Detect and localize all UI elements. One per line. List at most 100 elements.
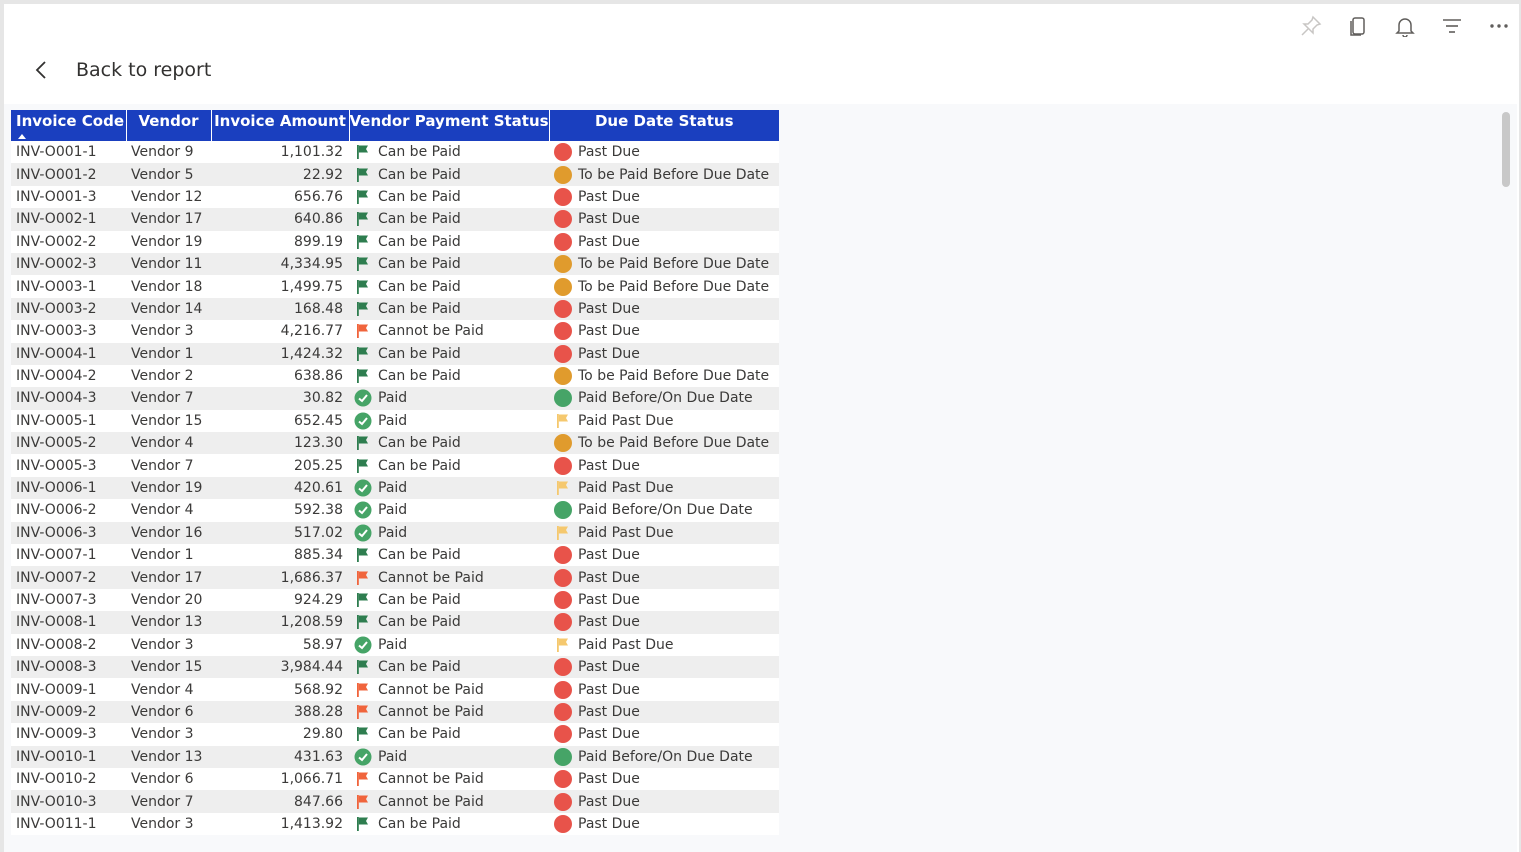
due-date-status-cell: Past Due	[549, 230, 779, 253]
table-row[interactable]: INV-O003-2 Vendor 14 168.48 Can be Paid Past…	[11, 297, 779, 321]
green-flag-icon	[354, 188, 372, 206]
table-row[interactable]: INV-O001-1 Vendor 9 1,101.32 Can be Paid Pas…	[11, 141, 779, 164]
red-flag-icon	[354, 569, 372, 587]
column-header-invoice-code[interactable]: Invoice Code	[11, 110, 127, 141]
vendor-cell: Vendor 7	[126, 790, 211, 813]
filter-icon[interactable]	[1440, 14, 1464, 38]
invoice-amount-cell: 899.19	[211, 230, 349, 253]
vendor-cell: Vendor 19	[126, 230, 211, 253]
payment-status-label: Can be Paid	[378, 726, 461, 743]
payment-status-label: Can be Paid	[378, 435, 461, 452]
table-row[interactable]: INV-O002-1 Vendor 17 640.86 Can be Paid Past…	[11, 208, 779, 231]
invoice-amount-cell: 1,066.71	[211, 767, 349, 791]
vendor-cell: Vendor 9	[126, 141, 211, 164]
table-row[interactable]: INV-O006-2 Vendor 4 592.38 Paid Paid Before/…	[11, 499, 779, 522]
bell-icon[interactable]	[1393, 14, 1417, 38]
table-row[interactable]: INV-O008-1 Vendor 13 1,208.59 Can be Paid Pa…	[11, 611, 779, 634]
due-date-status-cell: To be Paid Before Due Date	[549, 275, 779, 298]
sort-ascending-icon	[18, 134, 26, 139]
due-date-status-cell: Paid Past Due	[549, 409, 779, 433]
table-row[interactable]: INV-O006-1 Vendor 19 420.61 Paid Paid Past D…	[11, 476, 779, 500]
table-row[interactable]: INV-O005-3 Vendor 7 205.25 Can be Paid Past …	[11, 454, 779, 477]
table-row[interactable]: INV-O001-3 Vendor 12 656.76 Can be Paid Past…	[11, 185, 779, 209]
due-date-status-cell: Paid Before/On Due Date	[549, 745, 779, 768]
table-row[interactable]: INV-O010-1 Vendor 13 431.63 Paid Paid Before…	[11, 745, 779, 768]
vendor-cell: Vendor 4	[126, 432, 211, 455]
invoice-amount-cell: 4,334.95	[211, 252, 349, 276]
due-date-status-cell: Past Due	[549, 588, 779, 612]
table-row[interactable]: INV-O009-2 Vendor 6 388.28 Cannot be Paid Pa…	[11, 700, 779, 724]
due-date-status-label: Past Due	[578, 547, 640, 564]
column-header-label: Due Date Status	[594, 112, 734, 130]
due-date-status-cell: Past Due	[549, 566, 779, 589]
column-header-invoice-amount[interactable]: Invoice Amount	[211, 110, 350, 141]
table-row[interactable]: INV-O005-2 Vendor 4 123.30 Can be Paid To be…	[11, 432, 779, 455]
table-row[interactable]: INV-O004-3 Vendor 7 30.82 Paid Paid Before/O…	[11, 387, 779, 410]
payment-status-cell: Cannot be Paid	[349, 678, 549, 701]
column-header-vendor[interactable]: Vendor	[126, 110, 212, 141]
due-date-status-label: Past Due	[578, 457, 640, 474]
due-date-status-cell: To be Paid Before Due Date	[549, 432, 779, 455]
column-header-due-date-status[interactable]: Due Date Status	[549, 110, 779, 141]
invoice-code-cell: INV-O005-2	[11, 432, 126, 455]
due-date-status-label: Past Due	[578, 211, 640, 228]
table-row[interactable]: INV-O002-2 Vendor 19 899.19 Can be Paid Past…	[11, 230, 779, 253]
table-row[interactable]: INV-O010-2 Vendor 6 1,066.71 Cannot be Paid…	[11, 767, 779, 791]
invoice-amount-cell: 123.30	[211, 432, 349, 455]
red-dot-icon	[554, 187, 572, 206]
due-date-status-cell: Paid Past Due	[549, 476, 779, 500]
due-date-status-cell: Past Due	[549, 611, 779, 634]
payment-status-cell: Can be Paid	[349, 723, 549, 746]
invoice-code-cell: INV-O001-3	[11, 185, 126, 209]
green-dot-icon	[554, 747, 572, 766]
invoice-code-cell: INV-O004-2	[11, 364, 126, 388]
table-row[interactable]: INV-O011-1 Vendor 3 1,413.92 Can be Paid Pas…	[11, 812, 779, 836]
red-dot-icon	[554, 814, 572, 833]
table-row[interactable]: INV-O009-1 Vendor 4 568.92 Cannot be Paid Pa…	[11, 678, 779, 701]
table-row[interactable]: INV-O004-2 Vendor 2 638.86 Can be Paid To be…	[11, 364, 779, 388]
invoice-amount-cell: 58.97	[211, 633, 349, 656]
invoice-code-cell: INV-O009-2	[11, 700, 126, 724]
back-to-report-button[interactable]: Back to report	[34, 58, 211, 82]
invoice-amount-cell: 431.63	[211, 745, 349, 768]
green-flag-icon	[354, 166, 372, 184]
table-row[interactable]: INV-O010-3 Vendor 7 847.66 Cannot be Paid Pa…	[11, 790, 779, 813]
table-row[interactable]: INV-O008-2 Vendor 3 58.97 Paid Paid Past Due	[11, 633, 779, 656]
due-date-status-cell: Paid Before/On Due Date	[549, 387, 779, 410]
green-flag-icon	[354, 591, 372, 609]
payment-status-label: Paid	[378, 480, 408, 497]
table-row[interactable]: INV-O008-3 Vendor 15 3,984.44 Can be Paid Pa…	[11, 655, 779, 679]
table-row[interactable]: INV-O006-3 Vendor 16 517.02 Paid Paid Past D…	[11, 521, 779, 545]
more-icon[interactable]	[1487, 14, 1511, 38]
table-row[interactable]: INV-O001-2 Vendor 5 22.92 Can be Paid To be …	[11, 163, 779, 186]
check-icon	[354, 748, 372, 766]
invoice-amount-cell: 1,686.37	[211, 566, 349, 589]
invoice-amount-cell: 924.29	[211, 588, 349, 612]
due-date-status-cell: To be Paid Before Due Date	[549, 364, 779, 388]
table-row[interactable]: INV-O009-3 Vendor 3 29.80 Can be Paid Past D…	[11, 723, 779, 746]
table-row[interactable]: INV-O005-1 Vendor 15 652.45 Paid Paid Past D…	[11, 409, 779, 433]
invoice-code-cell: INV-O001-2	[11, 163, 126, 186]
payment-status-cell: Can be Paid	[349, 342, 549, 365]
table-row[interactable]: INV-O007-1 Vendor 1 885.34 Can be Paid Past …	[11, 544, 779, 567]
table-row[interactable]: INV-O003-3 Vendor 3 4,216.77 Cannot be Paid…	[11, 320, 779, 343]
payment-status-label: Paid	[378, 390, 408, 407]
copy-icon[interactable]	[1346, 14, 1370, 38]
table-row[interactable]: INV-O007-2 Vendor 17 1,686.37 Cannot be Pai…	[11, 566, 779, 589]
green-flag-icon	[354, 233, 372, 251]
invoice-amount-cell: 568.92	[211, 678, 349, 701]
table-row[interactable]: INV-O004-1 Vendor 1 1,424.32 Can be Paid Pas…	[11, 342, 779, 365]
vendor-cell: Vendor 1	[126, 544, 211, 567]
payment-status-label: Paid	[378, 636, 408, 653]
invoice-amount-cell: 847.66	[211, 790, 349, 813]
column-header-vendor-payment-status[interactable]: Vendor Payment Status	[349, 110, 550, 141]
payment-status-cell: Can be Paid	[349, 252, 549, 276]
table-row[interactable]: INV-O007-3 Vendor 20 924.29 Can be Paid Past…	[11, 588, 779, 612]
payment-status-label: Can be Paid	[378, 659, 461, 676]
vertical-scrollbar[interactable]	[1502, 112, 1510, 187]
payment-status-cell: Paid	[349, 476, 549, 500]
pin-icon[interactable]	[1299, 14, 1323, 38]
table-row[interactable]: INV-O003-1 Vendor 18 1,499.75 Can be Paid To…	[11, 275, 779, 298]
due-date-status-cell: To be Paid Before Due Date	[549, 252, 779, 276]
table-row[interactable]: INV-O002-3 Vendor 11 4,334.95 Can be Paid To…	[11, 252, 779, 276]
